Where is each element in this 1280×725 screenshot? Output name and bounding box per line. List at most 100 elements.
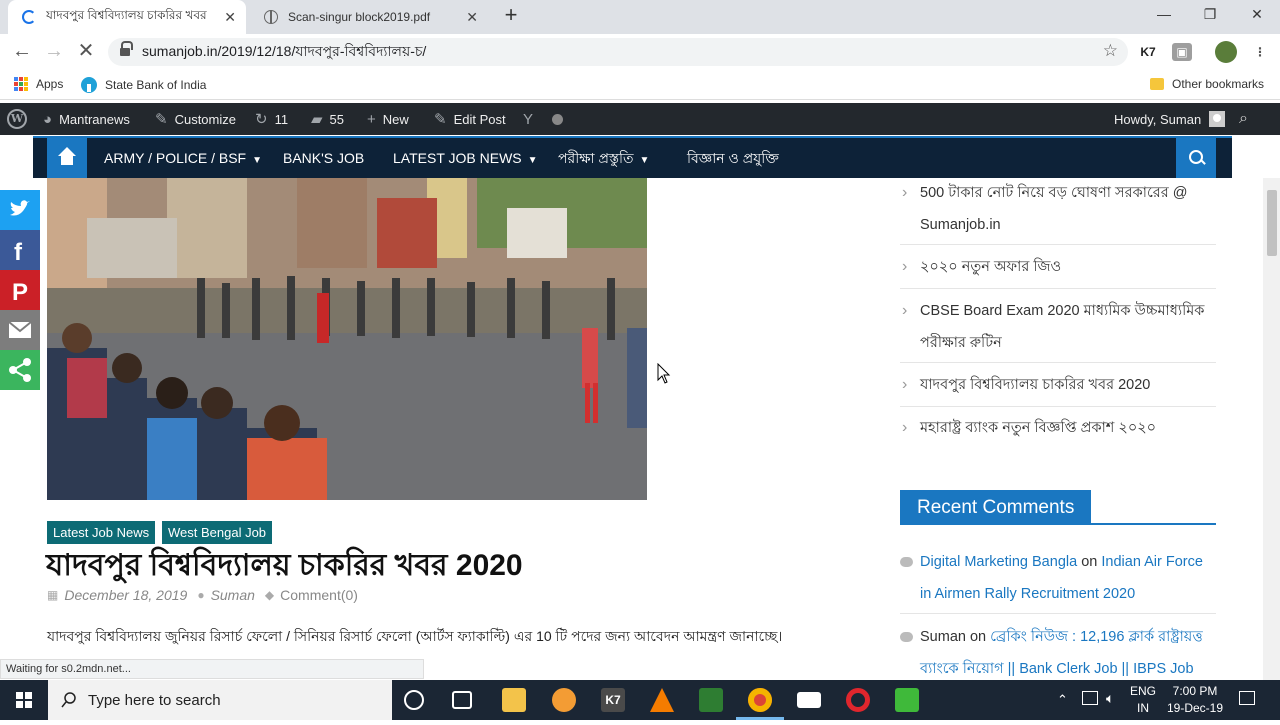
volume-icon[interactable]: 🔈︎ bbox=[1106, 690, 1114, 707]
tab-jadavpur[interactable]: যাদবপুর বিশ্ববিদ্যালয় চাকরির খবর ✕ bbox=[8, 0, 246, 34]
k7-extension-icon[interactable]: K7 bbox=[1138, 43, 1158, 61]
wp-logo-button[interactable]: W bbox=[7, 103, 27, 135]
status-bar: Waiting for s0.2mdn.net... bbox=[0, 659, 424, 679]
plus-icon: + bbox=[367, 110, 376, 128]
bookmark-sbi[interactable]: State Bank of India bbox=[81, 77, 206, 93]
search-icon[interactable] bbox=[1176, 138, 1216, 178]
yoast-button[interactable]: Y bbox=[523, 103, 540, 135]
tray-chevron-icon[interactable]: ⌃ bbox=[1057, 692, 1068, 708]
more-share-button[interactable] bbox=[0, 350, 40, 390]
recent-post-item[interactable]: মহারাষ্ট্র ব্যাংক নতুন বিজ্ঞপ্তি প্রকাশ … bbox=[900, 412, 1216, 450]
share-icon bbox=[9, 358, 31, 382]
user-avatar-icon bbox=[1209, 111, 1226, 127]
taskbar-search-box[interactable]: Type here to search bbox=[48, 680, 392, 720]
comment-on-text: on bbox=[969, 629, 987, 645]
nav-item-latest[interactable]: LATEST JOB NEWS ▼ bbox=[393, 138, 538, 178]
updates-count: 11 bbox=[274, 111, 289, 127]
language-indicator[interactable]: ENG IN bbox=[1128, 683, 1158, 717]
bookmark-apps[interactable]: Apps bbox=[14, 77, 63, 91]
recent-post-item[interactable]: যাদবপুর বিশ্ববিদ্যালয় চাকরির খবর 2020 bbox=[900, 369, 1216, 407]
customize-link[interactable]: ✎ Customize bbox=[155, 103, 236, 135]
scrollbar-thumb[interactable] bbox=[1267, 190, 1277, 256]
howdy-label: Howdy, Suman bbox=[1114, 111, 1202, 127]
email-share-button[interactable] bbox=[0, 310, 40, 350]
app-icon[interactable] bbox=[699, 688, 723, 712]
start-button[interactable] bbox=[0, 680, 48, 720]
vlc-icon[interactable] bbox=[650, 688, 674, 712]
seo-status-dot[interactable] bbox=[552, 103, 563, 135]
task-view-icon[interactable] bbox=[452, 691, 472, 709]
comment-author-link[interactable]: Digital Marketing Bangla bbox=[920, 554, 1077, 570]
k7-antivirus-icon[interactable]: K7 bbox=[601, 688, 625, 712]
new-tab-button[interactable]: + bbox=[499, 4, 523, 28]
post-comments-link[interactable]: Comment(0) bbox=[280, 587, 358, 603]
home-icon[interactable] bbox=[47, 138, 87, 178]
recent-post-link[interactable]: CBSE Board Exam 2020 মাধ্যমিক উচ্চমাধ্যম… bbox=[920, 303, 1204, 351]
article-meta: ▦ December 18, 2019 ● Suman ◆ Comment(0) bbox=[47, 587, 358, 603]
nav-item-science[interactable]: বিজ্ঞান ও প্রযুক্তি bbox=[687, 138, 779, 178]
pencil-icon: ✎ bbox=[434, 111, 447, 128]
notifications-icon[interactable] bbox=[1239, 691, 1255, 705]
pinterest-icon: P bbox=[12, 279, 28, 306]
camtasia-icon[interactable] bbox=[895, 688, 919, 712]
opera-icon[interactable] bbox=[846, 688, 870, 712]
post-date[interactable]: December 18, 2019 bbox=[64, 587, 187, 603]
sbi-logo-icon bbox=[81, 77, 97, 93]
edit-post-link[interactable]: ✎ Edit Post bbox=[434, 103, 506, 135]
recent-post-link[interactable]: 500 টাকার নোট নিয়ে বড় ঘোষণা সরকারের @ … bbox=[920, 185, 1187, 233]
recent-post-link[interactable]: মহারাষ্ট্র ব্যাংক নতুন বিজ্ঞপ্তি প্রকাশ … bbox=[920, 420, 1156, 436]
minimize-button[interactable]: — bbox=[1152, 6, 1176, 26]
globe-icon bbox=[264, 10, 278, 24]
profile-avatar[interactable] bbox=[1215, 41, 1237, 63]
updates-link[interactable]: ↻ 11 bbox=[255, 103, 288, 135]
network-icon[interactable] bbox=[1082, 691, 1098, 705]
forward-button[interactable]: → bbox=[42, 40, 66, 64]
back-button[interactable]: ← bbox=[10, 40, 34, 64]
comment-on-text: on bbox=[1081, 554, 1098, 570]
new-link[interactable]: + New bbox=[367, 103, 409, 135]
twitter-share-button[interactable] bbox=[0, 190, 40, 230]
close-window-button[interactable]: ✕ bbox=[1245, 6, 1269, 26]
mail-icon[interactable] bbox=[797, 692, 821, 708]
pinterest-share-button[interactable]: P bbox=[0, 270, 40, 310]
comment-icon: ◆ bbox=[264, 588, 275, 602]
nav-item-army[interactable]: ARMY / POLICE / BSF ▼ bbox=[104, 138, 262, 178]
calendar-icon: ▦ bbox=[47, 588, 59, 602]
article-title: যাদবপুর বিশ্ববিদ্যালয় চাকরির খবর 2020 bbox=[46, 549, 523, 582]
recent-post-link[interactable]: ২০২০ নতুন অফার জিও bbox=[920, 259, 1061, 275]
address-bar[interactable]: sumanjob.in/2019/12/18/যাদবপুর-বিশ্ববিদ্… bbox=[108, 38, 1128, 66]
nav-item-bank[interactable]: BANK'S JOB bbox=[283, 138, 364, 178]
browser-toolbar: ← → ✕ sumanjob.in/2019/12/18/যাদবপুর-বিশ… bbox=[0, 34, 1280, 70]
lock-icon bbox=[120, 41, 133, 57]
tab-title: Scan-singur block2019.pdf bbox=[288, 10, 431, 24]
bookmark-star-icon[interactable]: ☆ bbox=[1103, 41, 1118, 61]
stop-button[interactable]: ✕ bbox=[74, 40, 98, 64]
post-author[interactable]: Suman bbox=[211, 587, 255, 603]
recent-post-item[interactable]: 500 টাকার নোট নিয়ে বড় ঘোষণা সরকারের @ … bbox=[900, 177, 1216, 245]
nav-label: পরীক্ষা প্রস্তুতি bbox=[558, 150, 634, 166]
chrome-icon[interactable] bbox=[748, 688, 772, 712]
other-bookmarks[interactable]: Other bookmarks bbox=[1150, 77, 1264, 91]
system-clock[interactable]: 7:00 PM 19-Dec-19 bbox=[1165, 683, 1225, 717]
recent-post-link[interactable]: যাদবপুর বিশ্ববিদ্যালয় চাকরির খবর 2020 bbox=[920, 377, 1150, 393]
restore-button[interactable]: ❐ bbox=[1198, 6, 1222, 26]
recent-post-item[interactable]: ২০২০ নতুন অফার জিও bbox=[900, 251, 1216, 289]
menu-kebab-icon[interactable]: ⋮ bbox=[1250, 43, 1270, 61]
yoast-icon: Y bbox=[523, 110, 534, 128]
close-tab-icon[interactable]: ✕ bbox=[466, 9, 478, 26]
status-dot-icon bbox=[552, 113, 563, 125]
extension-icon[interactable]: ▣ bbox=[1172, 43, 1192, 61]
comments-link[interactable]: ▰ 55 bbox=[311, 103, 344, 135]
facebook-share-button[interactable]: f bbox=[0, 230, 40, 270]
file-explorer-icon[interactable] bbox=[502, 688, 526, 712]
tab-pdf[interactable]: Scan-singur block2019.pdf ✕ bbox=[250, 0, 488, 34]
nav-item-exam[interactable]: পরীক্ষা প্রস্তুতি ▼ bbox=[558, 138, 649, 178]
cortana-icon[interactable] bbox=[404, 690, 424, 710]
site-name-link[interactable]: ◕ Mantranews bbox=[43, 103, 130, 135]
close-tab-icon[interactable]: ✕ bbox=[224, 9, 236, 26]
howdy-menu[interactable]: Howdy, Suman bbox=[1114, 103, 1226, 135]
admin-search-button[interactable]: ⌕ bbox=[1239, 103, 1255, 135]
bookmark-label: Apps bbox=[36, 77, 64, 91]
recent-post-item[interactable]: CBSE Board Exam 2020 মাধ্যমিক উচ্চমাধ্যম… bbox=[900, 295, 1216, 363]
paint-app-icon[interactable] bbox=[552, 688, 576, 712]
